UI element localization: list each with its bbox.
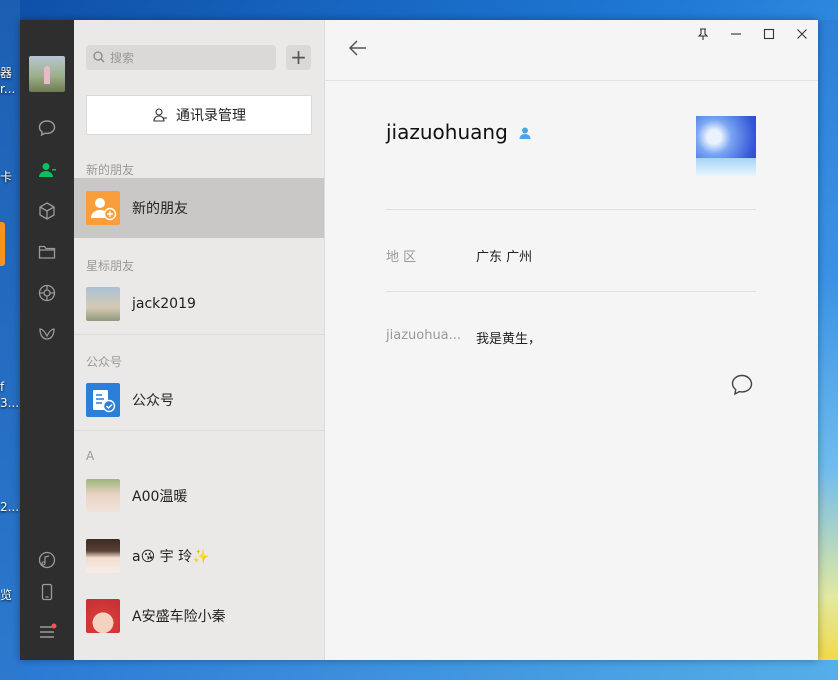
- region-label: 地 区: [386, 250, 417, 265]
- contacts-icon[interactable]: [35, 158, 59, 182]
- desktop-label: 2...: [0, 500, 20, 514]
- divider: [74, 430, 324, 431]
- desktop-label: 3...: [0, 396, 20, 410]
- desktop-label: 卡: [0, 170, 13, 184]
- desktop-left-edge: [0, 0, 20, 680]
- list-item[interactable]: 新的朋友: [74, 178, 324, 238]
- official-account-icon: [86, 383, 120, 417]
- contact-name: 公众号: [132, 393, 174, 409]
- avatar: [86, 599, 120, 633]
- moments-icon[interactable]: [35, 281, 59, 305]
- contact-name: 新的朋友: [132, 201, 188, 217]
- new-friend-icon: [86, 191, 120, 225]
- menu-icon[interactable]: [35, 620, 59, 644]
- avatar: [86, 539, 120, 573]
- contact-name: a😘 宇 玲✨: [132, 549, 210, 565]
- avatar: [86, 479, 120, 513]
- nav-sidebar: [20, 20, 74, 660]
- divider: [386, 209, 756, 210]
- minimize-icon[interactable]: [726, 26, 746, 42]
- add-button[interactable]: +: [286, 45, 311, 70]
- contact-name: A安盛车险小秦: [132, 609, 226, 625]
- list-item[interactable]: A00温暖: [74, 466, 324, 526]
- list-item[interactable]: 公众号: [74, 370, 324, 430]
- contact-name: A00温暖: [132, 489, 188, 505]
- maximize-icon[interactable]: [759, 26, 779, 42]
- contacts-manage-label: 通讯录管理: [176, 108, 246, 124]
- search-placeholder: 搜索: [110, 51, 135, 65]
- contacts-manage-button[interactable]: 通讯录管理: [86, 95, 312, 135]
- desktop-wallpaper: [818, 20, 838, 660]
- list-item[interactable]: jack2019: [74, 274, 324, 334]
- signature-label: jiazuohua...: [386, 328, 462, 343]
- region-value: 广东 广州: [476, 250, 533, 265]
- search-input[interactable]: 搜索: [86, 45, 276, 70]
- search-icon: [93, 51, 105, 63]
- send-message-icon[interactable]: [729, 372, 755, 398]
- mini-program-icon[interactable]: [35, 322, 59, 346]
- wechat-window: 搜索 + 通讯录管理 新的朋友 新的朋友 星标朋友 jack2019 公众号 公…: [20, 20, 818, 660]
- desktop-label: 器: [0, 66, 13, 80]
- desktop-label: f: [0, 380, 5, 394]
- male-icon: [519, 127, 531, 139]
- section-header: 星标朋友: [86, 259, 135, 273]
- profile-name: jiazuohuang: [386, 120, 532, 144]
- divider: [386, 291, 756, 292]
- desktop-label: 览: [0, 588, 13, 602]
- profile-name-text: jiazuohuang: [386, 120, 508, 144]
- cube-icon[interactable]: [35, 199, 59, 223]
- divider: [74, 334, 324, 335]
- phone-icon[interactable]: [35, 580, 59, 604]
- list-item[interactable]: a😘 宇 玲✨: [74, 526, 324, 586]
- contact-name: jack2019: [132, 296, 196, 312]
- signature-value: 我是黄生，: [476, 332, 542, 347]
- contact-list-panel: 搜索 + 通讯录管理 新的朋友 新的朋友 星标朋友 jack2019 公众号 公…: [74, 20, 325, 660]
- section-header: A: [86, 449, 95, 463]
- user-avatar[interactable]: [29, 56, 65, 92]
- chat-icon[interactable]: [35, 116, 59, 140]
- list-item[interactable]: A安盛车险小秦: [74, 586, 324, 646]
- section-header: 公众号: [86, 355, 123, 369]
- folder-icon[interactable]: [35, 240, 59, 264]
- person-icon: [153, 108, 167, 122]
- desktop-label: r...: [0, 82, 16, 96]
- detail-topbar: [325, 20, 818, 81]
- profile-detail-panel: jiazuohuang 地 区 广东 广州 jiazuohua... 我是黄生，: [325, 20, 818, 660]
- desktop-app-tile[interactable]: [0, 222, 5, 266]
- music-icon[interactable]: [35, 548, 59, 572]
- profile-avatar[interactable]: [696, 116, 756, 176]
- back-arrow-icon[interactable]: [347, 37, 369, 59]
- avatar: [86, 287, 120, 321]
- pin-icon[interactable]: [693, 26, 713, 42]
- desktop-taskbar-area: [20, 660, 838, 680]
- section-header: 新的朋友: [86, 163, 135, 177]
- close-icon[interactable]: [792, 26, 812, 42]
